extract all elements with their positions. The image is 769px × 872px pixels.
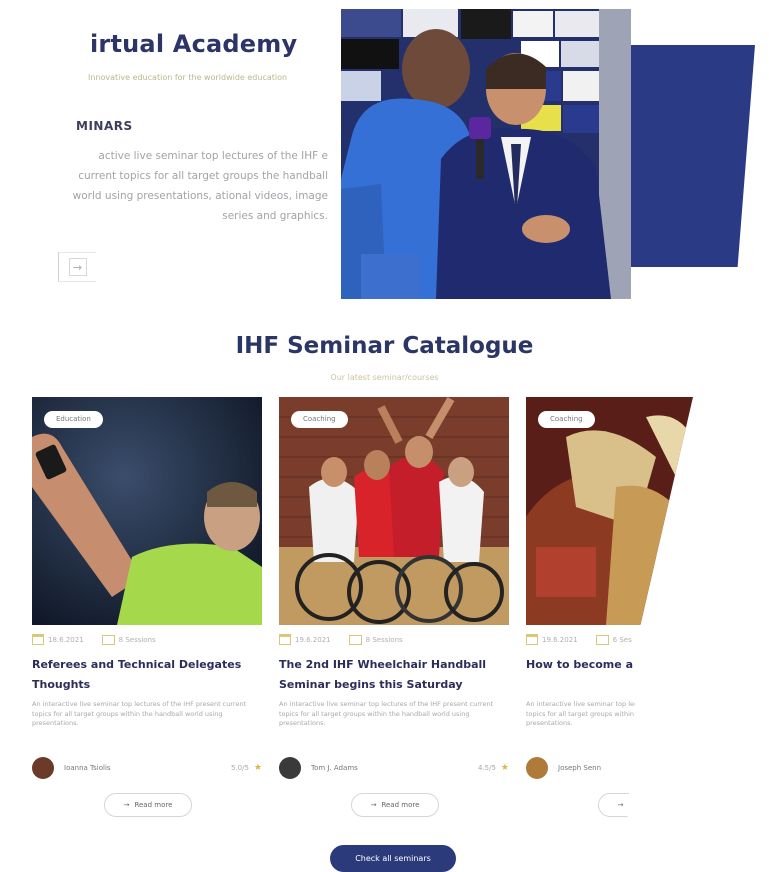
avatar [32, 757, 54, 779]
card-meta: 19.6.2021 6 Ses [526, 634, 632, 645]
seminar-card[interactable]: Education 18.6.2021 8 Sessions Referees … [32, 397, 262, 832]
avatar [279, 757, 301, 779]
author-name: Tom J. Adams [311, 764, 358, 772]
avatar [526, 757, 548, 779]
read-more-label: Read more [381, 801, 420, 809]
card-rating: 4.5/5 ★ [478, 763, 509, 773]
book-icon [101, 634, 115, 645]
card-title[interactable]: Referees and Technical Delegates Thought… [32, 655, 262, 695]
card-description: An interactive live seminar top lectures… [526, 700, 741, 727]
catalogue-title: IHF Seminar Catalogue [235, 333, 534, 359]
hero-title: irtual Academy [90, 30, 298, 58]
section-label: MINARS [76, 119, 133, 133]
card-category-tag: Coaching [291, 411, 348, 428]
book-icon [348, 634, 362, 645]
card-sessions: 8 Sessions [365, 635, 403, 644]
card-image-agent[interactable]: Coaching [526, 397, 693, 625]
arrow-right-icon: → [68, 258, 87, 276]
hero-photo [341, 9, 631, 299]
card-date: 19.6.2021 [295, 635, 331, 644]
arrow-right-icon: → [617, 801, 624, 809]
catalogue-subtitle: Our latest seminar/courses [330, 373, 439, 382]
card-image-wheelchair[interactable]: Coaching [279, 397, 509, 625]
hero-subtitle: Innovative education for the worldwide e… [88, 73, 288, 82]
card-author: Ioanna Tsiolis 5.0/5 ★ [32, 757, 262, 779]
star-icon: ★ [500, 763, 509, 773]
calendar-icon [279, 634, 291, 645]
calendar-icon [32, 634, 44, 645]
seminar-card[interactable]: Coaching 19.6.2021 6 Ses How to become a… [526, 397, 741, 832]
card-meta: 18.6.2021 8 Sessions [32, 634, 156, 645]
arrow-right-icon: → [123, 801, 130, 809]
card-title[interactable]: How to become a s players agent. [526, 655, 693, 675]
star-icon: ★ [253, 763, 262, 773]
read-more-button[interactable]: → Read more [598, 793, 686, 817]
card-meta: 19.6.2021 8 Sessions [279, 634, 403, 645]
rating-value: 5.0/5 [230, 764, 249, 772]
card-author: Tom J. Adams 4.5/5 ★ [279, 757, 509, 779]
check-all-seminars-button[interactable]: Check all seminars [330, 845, 456, 872]
read-more-button[interactable]: → Read more [104, 793, 192, 817]
author-name: Ioanna Tsiolis [64, 764, 111, 772]
read-more-label: Read more [134, 801, 173, 809]
read-more-label: Read more [628, 801, 667, 809]
seminar-cards: Education 18.6.2021 8 Sessions Referees … [28, 397, 693, 832]
author-name: Joseph Senn [558, 764, 602, 772]
card-image-referee[interactable]: Education [32, 397, 262, 625]
card-rating: 5.0/5 ★ [231, 763, 262, 773]
card-description: An interactive live seminar top lectures… [279, 700, 494, 727]
card-description: An interactive live seminar top lectures… [32, 700, 247, 727]
card-category-tag: Coaching [538, 411, 595, 428]
arrow-right-icon: → [370, 801, 377, 809]
card-date: 18.6.2021 [48, 635, 84, 644]
card-sessions: 8 Sessions [118, 635, 156, 644]
card-title[interactable]: The 2nd IHF Wheelchair Handball Seminar … [279, 655, 509, 695]
hero-arrow-button[interactable]: → [58, 252, 96, 282]
read-more-button[interactable]: → Read more [351, 793, 439, 817]
calendar-icon [526, 634, 538, 645]
blue-accent-shape [610, 45, 755, 267]
hero-description: active live seminar top lectures of the … [72, 150, 328, 222]
book-icon [595, 634, 609, 645]
card-sessions: 6 Ses [612, 635, 632, 644]
card-author: Joseph Senn [526, 757, 693, 779]
card-category-tag: Education [44, 411, 103, 428]
card-date: 19.6.2021 [542, 635, 578, 644]
rating-value: 4.5/5 [477, 764, 496, 772]
seminar-card[interactable]: Coaching 19.6.2021 8 Sessions The 2nd IH… [279, 397, 509, 832]
